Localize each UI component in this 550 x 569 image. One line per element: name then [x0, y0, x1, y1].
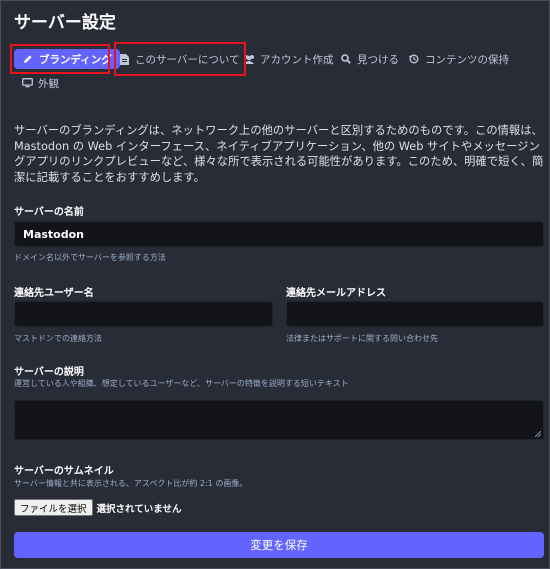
file-icon	[118, 53, 130, 65]
tab-label: 見つける	[357, 53, 399, 66]
resize-handle-icon[interactable]	[535, 431, 541, 437]
contact-email-hint: 法律またはサポートに関する問い合わせ先	[286, 334, 438, 343]
tab-discovery[interactable]: 見つける	[340, 48, 399, 70]
description-label: サーバーの説明	[14, 367, 84, 378]
contact-username-hint: マストドンでの連絡方法	[14, 334, 102, 343]
thumbnail-file-input: ファイルを選択 選択されていません	[14, 499, 181, 516]
thumbnail-hint: サーバー情報と共に表示される、アスペクト比が約 2:1 の画像。	[14, 479, 248, 488]
description-hint: 運営している人や組織、想定しているユーザーなど、サーバーの特徴を説明する短いテキ…	[14, 379, 349, 388]
file-status-text: 選択されていません	[96, 503, 182, 515]
intro-text: サーバーのブランディングは、ネットワーク上の他のサーバーと区別するためのものです…	[14, 124, 544, 184]
tab-label: コンテンツの保持	[425, 53, 509, 66]
tab-label: ブランディング	[39, 53, 112, 66]
pencil-icon	[22, 53, 34, 65]
settings-tabs: ブランディング このサーバーについて アカウント作成 見つける コンテンツの保持…	[10, 42, 544, 96]
tab-label: 外観	[38, 77, 59, 90]
history-icon	[408, 53, 420, 65]
desktop-icon	[21, 77, 33, 89]
search-icon	[340, 53, 352, 65]
users-icon	[243, 53, 255, 65]
contact-email-input[interactable]	[286, 301, 544, 327]
contact-username-input[interactable]	[14, 301, 273, 327]
save-changes-button[interactable]: 変更を保存	[14, 532, 544, 558]
tab-branding[interactable]: ブランディング	[14, 49, 120, 69]
server-name-label: サーバーの名前	[14, 207, 84, 218]
server-name-hint: ドメイン名以外でサーバーを参照する方法	[14, 253, 166, 262]
tab-label: アカウント作成	[260, 53, 334, 66]
server-name-input[interactable]: Mastodon	[14, 221, 544, 247]
description-textarea[interactable]	[14, 400, 544, 440]
tab-label: このサーバーについて	[135, 53, 240, 66]
contact-email-label: 連絡先メールアドレス	[286, 288, 386, 299]
tab-about-server[interactable]: このサーバーについて	[118, 48, 240, 70]
page-title: サーバー設定	[14, 13, 116, 33]
contact-username-label: 連絡先ユーザー名	[14, 288, 94, 299]
tab-content-retention[interactable]: コンテンツの保持	[408, 48, 509, 70]
thumbnail-label: サーバーのサムネイル	[14, 466, 114, 477]
choose-file-button[interactable]: ファイルを選択	[14, 499, 93, 516]
tab-registrations[interactable]: アカウント作成	[243, 48, 334, 70]
tab-appearance[interactable]: 外観	[21, 72, 59, 94]
